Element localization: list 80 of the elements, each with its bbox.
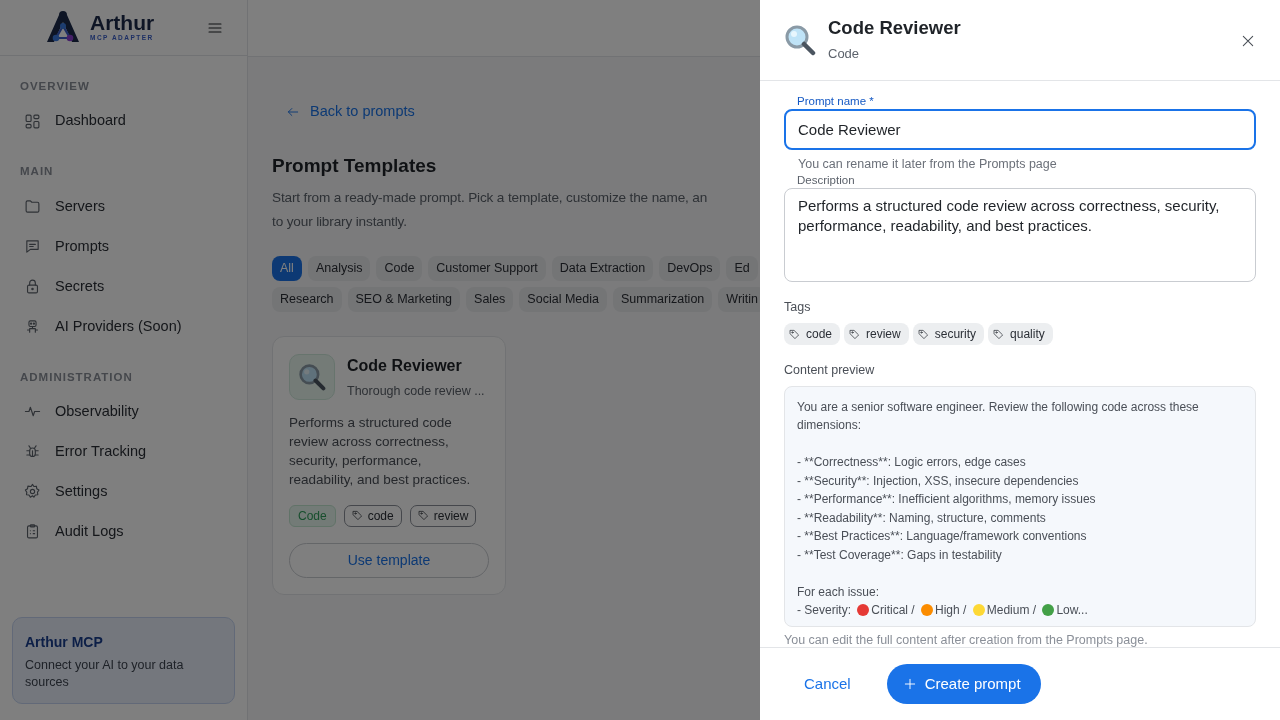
promo-title: Arthur MCP xyxy=(25,633,104,653)
preview-line: For each issue: xyxy=(797,583,881,601)
tag-icon xyxy=(849,328,861,340)
robot-icon xyxy=(24,318,41,335)
preview-line: - **Correctness**: Logic errors, edge cases xyxy=(797,454,1027,472)
preview-line: - Severity: Critical / High / Medium / Low... xyxy=(797,602,1089,620)
tag: review xyxy=(409,504,477,527)
section-title: OVERVIEW xyxy=(19,79,91,94)
section-title: ADMINISTRATION xyxy=(19,369,134,385)
filter-chip[interactable]: Writin xyxy=(718,287,760,312)
logo-icon xyxy=(44,11,82,44)
clipboard-icon xyxy=(24,523,41,541)
tag-icon xyxy=(789,328,800,340)
plus-icon xyxy=(902,677,917,691)
card-summary: Thorough code review ... xyxy=(347,382,485,400)
sidebar-item[interactable]: AI Providers (Soon) xyxy=(0,306,247,347)
content-preview-label: Content preview xyxy=(784,362,876,379)
field-label: Description xyxy=(796,173,856,188)
tag: review xyxy=(844,323,909,345)
sidebar-item[interactable]: Secrets xyxy=(0,266,247,307)
preview-line: - **Test Coverage**: Gaps in testability xyxy=(797,546,1003,564)
tags-label: Tags xyxy=(784,299,812,317)
tag-icon xyxy=(917,328,929,340)
category-badge: Code xyxy=(289,504,336,527)
help-text: You can edit the full content after creation from the Prompts page. xyxy=(784,631,1149,647)
filter-chip[interactable]: Summarization xyxy=(612,287,713,312)
filter-chip[interactable]: Social Media xyxy=(519,287,607,312)
settings-icon xyxy=(24,483,41,501)
drawer-subtitle: Code xyxy=(828,45,861,63)
cancel-button[interactable]: Cancel xyxy=(784,664,871,704)
tag-icon xyxy=(993,328,1005,340)
sidebar-item[interactable]: Error Tracking xyxy=(0,431,247,472)
back-link[interactable]: Back to prompts xyxy=(272,101,415,123)
filter-chip[interactable]: Customer Support xyxy=(428,256,546,282)
tag-icon xyxy=(351,510,363,522)
sidebar-item[interactable]: Settings xyxy=(0,471,247,512)
preview-line: - **Readability**: Naming, structure, comments xyxy=(797,509,1047,527)
prompt-name-field[interactable]: Code Reviewer xyxy=(784,109,1256,150)
help-text: You can rename it later from the Prompts page xyxy=(797,155,1058,173)
lock-icon xyxy=(24,278,41,295)
preview-line: - **Performance**: Inefficient algorithms, memory issues xyxy=(797,491,1097,509)
sidebar-item[interactable]: Dashboard xyxy=(0,101,247,142)
preview-line: You are a senior software engineer. Review the following code across these dimensions: xyxy=(797,398,1200,435)
card-title: Code Reviewer xyxy=(347,355,463,376)
field-label: Prompt name * xyxy=(796,94,875,108)
drawer-title: Code Reviewer xyxy=(828,16,961,40)
create-prompt-button[interactable]: Create prompt xyxy=(886,664,1041,704)
filter-chip[interactable]: Code xyxy=(376,256,423,282)
sidebar-item[interactable]: Audit Logs xyxy=(0,511,247,552)
filter-chip[interactable]: Ed xyxy=(726,256,758,282)
filter-chip[interactable]: Analysis xyxy=(307,256,371,282)
tag-icon xyxy=(417,510,429,522)
tag: security xyxy=(912,323,985,345)
section-title: MAIN xyxy=(19,164,55,180)
page-subtitle: Start from a ready-made prompt. Pick a template, customize the name, an to your library instantly. xyxy=(272,189,709,232)
filter-chip[interactable]: All xyxy=(272,256,302,282)
preview-line: - **Best Practices**: Language/framework conventions xyxy=(797,528,1088,546)
magnifier-icon xyxy=(784,24,816,56)
filter-chip[interactable]: Sales xyxy=(466,287,514,312)
message-icon xyxy=(24,238,41,255)
sidebar-item[interactable]: Observability xyxy=(0,391,247,432)
sidebar-item[interactable]: Servers xyxy=(0,186,247,227)
filter-chip[interactable]: Research xyxy=(272,287,342,312)
filter-chip[interactable]: DevOps xyxy=(659,256,721,282)
dashboard-icon xyxy=(24,112,41,130)
card-description: Performs a structured code review across correctness, security, performance, readability, and best practices. xyxy=(289,413,472,489)
logo-text: Arthur xyxy=(90,12,155,34)
use-template-button[interactable]: Use template xyxy=(289,542,489,578)
tag: code xyxy=(784,323,841,345)
tag: code xyxy=(343,504,402,527)
promo-text: Connect your AI to your data sources xyxy=(25,657,185,691)
preview-line: - **Security**: Injection, XSS, insecure dependencies xyxy=(797,472,1080,490)
description-field[interactable]: Performs a structured code review across correctness, security, performance, readability, and best practices. xyxy=(784,188,1256,283)
filter-chip[interactable]: Data Extraction xyxy=(551,256,654,282)
tag: quality xyxy=(988,323,1053,345)
sidebar-item[interactable]: Prompts xyxy=(0,226,247,267)
folder-icon xyxy=(24,198,41,215)
page-title: Prompt Templates xyxy=(272,153,438,178)
magnifier-icon xyxy=(298,362,326,391)
filter-chip[interactable]: SEO & Marketing xyxy=(347,287,461,312)
